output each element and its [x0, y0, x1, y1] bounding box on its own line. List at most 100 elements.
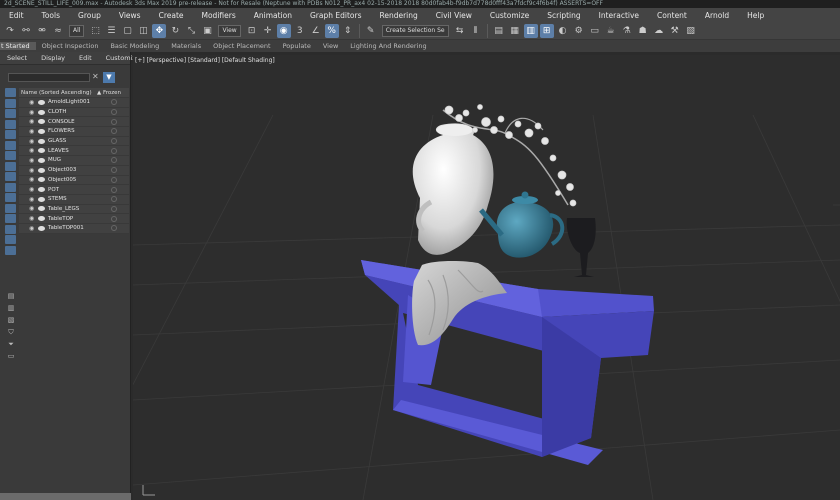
- placement-icon[interactable]: ▣: [200, 24, 214, 38]
- ribbon-tab-materials[interactable]: Materials: [165, 42, 207, 50]
- freeze-toggle-icon[interactable]: [111, 176, 117, 183]
- column-frozen-header[interactable]: ▲ Frozen: [97, 90, 129, 96]
- freeze-toggle-icon[interactable]: [111, 225, 117, 232]
- menu-item-graph-editors[interactable]: Graph Editors: [301, 11, 371, 20]
- visibility-eye-icon[interactable]: ◉: [29, 176, 36, 183]
- freeze-toggle-icon[interactable]: [111, 186, 117, 193]
- ribbon-tab-view[interactable]: View: [317, 42, 344, 50]
- display-invert-icon[interactable]: [5, 235, 16, 244]
- freeze-toggle-icon[interactable]: [111, 147, 117, 154]
- list-item[interactable]: ◉ POT: [19, 185, 129, 195]
- menu-item-civil-view[interactable]: Civil View: [427, 11, 481, 20]
- visibility-eye-icon[interactable]: ◉: [29, 99, 36, 106]
- scene-explorer-scrollbar[interactable]: [0, 493, 131, 500]
- freeze-toggle-icon[interactable]: [111, 157, 117, 164]
- menu-item-create[interactable]: Create: [150, 11, 193, 20]
- schematic-view-icon[interactable]: ⊞: [539, 23, 554, 38]
- display-frozen-icon[interactable]: [5, 193, 16, 202]
- toggle-ribbon-icon[interactable]: ▦: [508, 24, 522, 38]
- menu-item-arnold[interactable]: Arnold: [696, 11, 738, 20]
- named-selection-dropdown[interactable]: Create Selection Se: [381, 24, 449, 37]
- menu-item-modifiers[interactable]: Modifiers: [193, 11, 245, 20]
- visibility-eye-icon[interactable]: ◉: [29, 118, 36, 125]
- menu-item-edit[interactable]: Edit: [0, 11, 33, 20]
- paint-icon[interactable]: ⛉: [8, 326, 13, 338]
- ribbon-tab-t-started[interactable]: t Started: [0, 42, 36, 50]
- display-spacewarps-icon[interactable]: [5, 140, 16, 150]
- window-crossing-icon[interactable]: ◫: [136, 24, 150, 38]
- menu-item-customize[interactable]: Customize: [481, 11, 538, 20]
- freeze-toggle-icon[interactable]: [111, 205, 117, 212]
- list-item[interactable]: ◉ Object005: [19, 175, 129, 186]
- list-item[interactable]: ◉ MUG: [19, 156, 129, 166]
- render-in-cloud-icon[interactable]: ☁: [652, 24, 666, 38]
- link-icon[interactable]: ⚯: [19, 24, 33, 38]
- freeze-toggle-icon[interactable]: [111, 109, 117, 116]
- menu-item-help[interactable]: Help: [738, 11, 773, 20]
- visibility-eye-icon[interactable]: ◉: [29, 147, 36, 154]
- freeze-toggle-icon[interactable]: [111, 138, 117, 145]
- list-item[interactable]: ◉ GLASS: [19, 136, 129, 147]
- list-item[interactable]: ◉ TableTOP001: [19, 223, 129, 234]
- mirror-icon[interactable]: ⇆: [453, 24, 467, 38]
- menu-item-rendering[interactable]: Rendering: [370, 11, 426, 20]
- menu-item-views[interactable]: Views: [110, 11, 150, 20]
- list-item[interactable]: ◉ Table_LEGS: [19, 204, 129, 215]
- list-item[interactable]: ◉ Object003: [19, 165, 129, 176]
- redo-icon[interactable]: ↷: [3, 24, 17, 38]
- rotate-icon[interactable]: ↻: [168, 24, 182, 38]
- perspective-viewport[interactable]: [+] [Perspective] [Standard] [Default Sh…: [133, 55, 840, 500]
- visibility-eye-icon[interactable]: ◉: [29, 186, 36, 193]
- list-item[interactable]: ◉ CLOTH: [19, 107, 129, 118]
- scale-icon[interactable]: ⤡: [184, 24, 198, 38]
- freeze-toggle-icon[interactable]: [111, 215, 117, 222]
- align-icon[interactable]: ⫴: [469, 24, 483, 38]
- keyboard-shortcut-override-icon[interactable]: ◉: [276, 23, 291, 38]
- edit-named-selection-icon[interactable]: ✎: [364, 24, 378, 38]
- scene-search-input[interactable]: [8, 73, 90, 82]
- freeze-toggle-icon[interactable]: [111, 128, 117, 135]
- display-children-icon[interactable]: [5, 245, 16, 255]
- menu-item-group[interactable]: Group: [69, 11, 110, 20]
- visibility-eye-icon[interactable]: ◉: [29, 225, 36, 232]
- list-item[interactable]: ◉ CONSOLE: [19, 117, 129, 128]
- ribbon-tab-basic-modeling[interactable]: Basic Modeling: [104, 42, 165, 50]
- ribbon-tab-populate[interactable]: Populate: [277, 42, 317, 50]
- render-settings-icon[interactable]: ⚒: [668, 24, 682, 38]
- menu-item-scripting[interactable]: Scripting: [538, 11, 589, 20]
- ribbon-tab-object-placement[interactable]: Object Placement: [207, 42, 277, 50]
- list-item[interactable]: ◉ FLOWERS: [19, 127, 129, 137]
- visibility-eye-icon[interactable]: ◉: [29, 157, 36, 164]
- ribbon-tab-object-inspection[interactable]: Object Inspection: [36, 42, 105, 50]
- freeze-toggle-icon[interactable]: [111, 99, 117, 106]
- document-icon[interactable]: ▤: [8, 290, 15, 302]
- display-bones-icon[interactable]: [5, 172, 16, 181]
- display-cameras-icon[interactable]: [5, 119, 16, 129]
- menu-item-animation[interactable]: Animation: [245, 11, 301, 20]
- display-geometry-icon[interactable]: [5, 88, 16, 97]
- visibility-eye-icon[interactable]: ◉: [29, 215, 36, 222]
- select-by-name-icon[interactable]: ☰: [104, 24, 118, 38]
- explorer-menu-select[interactable]: Select: [0, 54, 34, 62]
- visibility-eye-icon[interactable]: ◉: [29, 109, 36, 116]
- explorer-menu-edit[interactable]: Edit: [72, 54, 99, 62]
- rendered-frame-window-icon[interactable]: ▭: [588, 24, 602, 38]
- render-window-icon[interactable]: ▧: [684, 24, 698, 38]
- percent-snap-icon[interactable]: %: [324, 23, 339, 38]
- display-all-icon[interactable]: [5, 214, 16, 223]
- funnel-icon[interactable]: ⏷: [8, 338, 14, 350]
- region-select-icon[interactable]: ▢: [120, 24, 134, 38]
- selection-filter-dropdown[interactable]: All: [69, 24, 85, 37]
- render-setup-icon[interactable]: ⚙: [572, 24, 586, 38]
- display-lights-icon[interactable]: [5, 109, 16, 118]
- box-icon[interactable]: ▭: [8, 350, 15, 362]
- display-hidden-icon[interactable]: [5, 203, 16, 213]
- display-helpers-icon[interactable]: [5, 130, 16, 139]
- freeze-toggle-icon[interactable]: [111, 167, 117, 174]
- properties-icon[interactable]: ▧: [8, 314, 15, 326]
- render-iterative-icon[interactable]: ⚗: [620, 24, 634, 38]
- layer-explorer-icon[interactable]: ▤: [492, 24, 506, 38]
- visibility-eye-icon[interactable]: ◉: [29, 128, 36, 135]
- ribbon-tab-lighting-and-rendering[interactable]: Lighting And Rendering: [344, 42, 432, 50]
- visibility-eye-icon[interactable]: ◉: [29, 138, 36, 145]
